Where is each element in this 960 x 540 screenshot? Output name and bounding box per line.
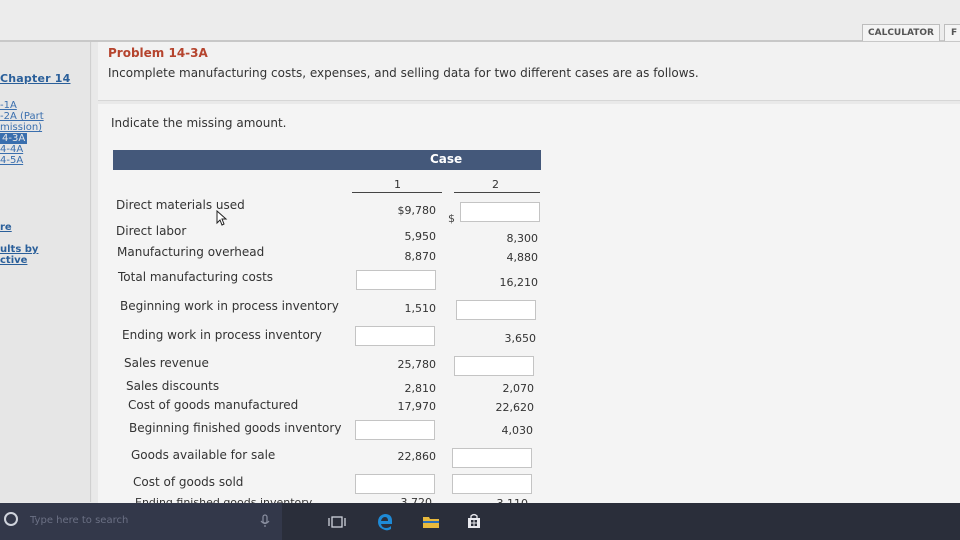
taskbar-search-box[interactable]: Type here to search <box>0 503 282 540</box>
sidebar-item-2a-cont[interactable]: mission) <box>0 122 44 133</box>
case1-direct-labor: 5,950 <box>404 230 437 243</box>
problem-header: Problem 14-3A Incomplete manufacturing c… <box>98 42 960 101</box>
row-label-cost-of-goods-sold: Cost of goods sold <box>133 475 244 489</box>
case2-ending-wip: 3,650 <box>504 332 537 345</box>
row-label-sales-discounts: Sales discounts <box>126 379 220 393</box>
row-label-beginning-wip: Beginning work in process inventory <box>120 299 339 313</box>
case1-cost-of-goods-sold-input[interactable] <box>355 474 435 494</box>
microphone-icon[interactable] <box>260 514 270 528</box>
case1-beginning-finished-goods-input[interactable] <box>355 420 435 440</box>
case1-total-manufacturing-costs-input[interactable] <box>356 270 436 290</box>
edge-icon[interactable] <box>376 513 394 531</box>
case2-dollar-sign: $ <box>448 212 455 225</box>
case2-total-manufacturing-costs: 16,210 <box>499 276 539 289</box>
case2-cost-of-goods-sold-input[interactable] <box>452 474 532 494</box>
case2-direct-labor: 8,300 <box>506 232 539 245</box>
row-label-manufacturing-overhead: Manufacturing overhead <box>117 245 265 259</box>
case2-sales-discounts: 2,070 <box>502 382 535 395</box>
chapter-link[interactable]: Chapter 14 <box>0 72 70 85</box>
cortana-icon[interactable] <box>4 512 18 526</box>
task-view-icon[interactable] <box>328 515 346 529</box>
case-2-header: 2 <box>492 178 499 191</box>
case1-direct-materials: $9,780 <box>397 204 437 217</box>
top-bar: CALCULATOR F <box>0 0 960 42</box>
case1-beginning-wip: 1,510 <box>404 302 437 315</box>
row-label-direct-labor: Direct labor <box>116 224 187 238</box>
calculator-button[interactable]: CALCULATOR <box>862 24 940 41</box>
case1-goods-available: 22,860 <box>397 450 437 463</box>
instruction-text: Indicate the missing amount. <box>111 116 287 130</box>
row-label-beginning-finished-goods: Beginning finished goods inventory <box>129 421 342 435</box>
case1-ending-wip-input[interactable] <box>355 326 435 346</box>
case2-sales-revenue-input[interactable] <box>454 356 534 376</box>
row-label-sales-revenue: Sales revenue <box>124 356 209 370</box>
file-explorer-icon[interactable] <box>422 515 440 529</box>
case-header-label: Case <box>430 152 463 166</box>
case-1-header: 1 <box>394 178 401 191</box>
windows-taskbar: Type here to search <box>0 503 960 540</box>
row-label-goods-available: Goods available for sale <box>131 448 276 462</box>
case2-manufacturing-overhead: 4,880 <box>506 251 539 264</box>
row-label-cost-of-goods-manufactured: Cost of goods manufactured <box>128 398 299 412</box>
case2-beginning-finished-goods: 4,030 <box>501 424 534 437</box>
sidebar-problem-list: -1A -2A (Part mission) 4-3A 4-4A 4-5A <box>0 100 44 166</box>
problem-description: Incomplete manufacturing costs, expenses… <box>108 66 699 80</box>
sidebar-item-1a[interactable]: -1A <box>0 100 44 111</box>
case2-goods-available-input[interactable] <box>452 448 532 468</box>
sidebar-divider <box>90 42 91 502</box>
sidebar: Chapter 14 -1A -2A (Part mission) 4-3A 4… <box>0 42 92 502</box>
case1-manufacturing-overhead: 8,870 <box>404 250 437 263</box>
row-label-total-manufacturing-costs: Total manufacturing costs <box>118 270 274 284</box>
sidebar-item-2a[interactable]: -2A (Part <box>0 111 44 122</box>
case2-beginning-wip-input[interactable] <box>456 300 536 320</box>
taskbar-search-placeholder: Type here to search <box>30 515 129 526</box>
sidebar-item-3a[interactable]: 4-3A <box>0 133 44 144</box>
case2-cost-of-goods-manufactured: 22,620 <box>495 401 535 414</box>
sidebar-item-4a[interactable]: 4-4A <box>0 144 44 155</box>
case2-direct-materials-input[interactable] <box>460 202 540 222</box>
sidebar-item-5a[interactable]: 4-5A <box>0 155 44 166</box>
mouse-cursor-icon <box>216 210 228 226</box>
row-label-ending-wip: Ending work in process inventory <box>122 328 322 342</box>
case-1-underline <box>352 192 442 193</box>
case-header: Case <box>113 150 541 170</box>
case-2-underline <box>454 192 540 193</box>
case1-cost-of-goods-manufactured: 17,970 <box>397 400 437 413</box>
case1-sales-discounts: 2,810 <box>404 382 437 395</box>
case1-sales-revenue: 25,780 <box>397 358 437 371</box>
problem-content: Indicate the missing amount. Case 1 2 Di… <box>98 104 960 510</box>
problem-title: Problem 14-3A <box>108 46 208 60</box>
store-icon[interactable] <box>466 513 482 529</box>
next-tab-button[interactable]: F <box>944 24 960 41</box>
results-link[interactable]: re ults by ctive <box>0 222 38 266</box>
